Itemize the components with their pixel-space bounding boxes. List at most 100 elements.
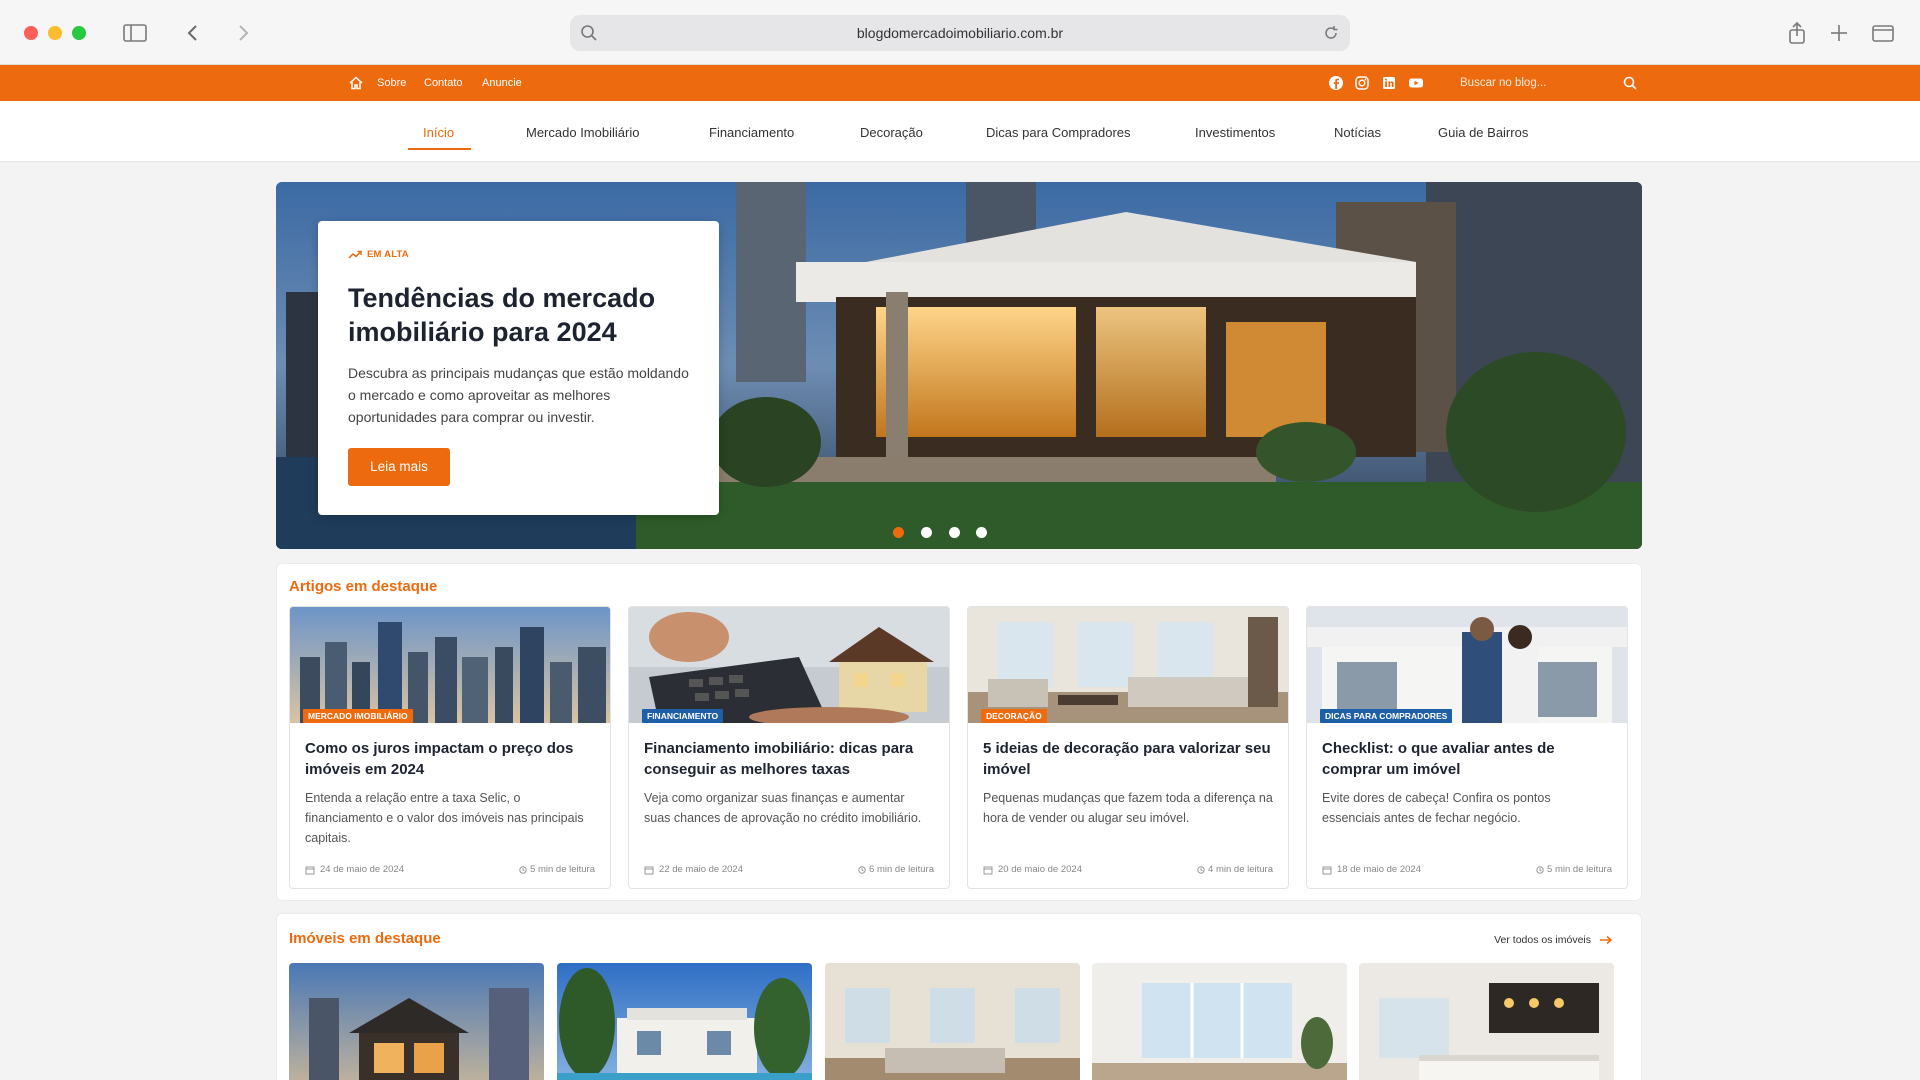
article-date: 20 de maio de 2024 [983,864,1082,875]
article-description: Evite dores de cabeça! Confira os pontos… [1322,791,1551,825]
featured-properties-section: Imóveis em destaque Ver todos os imóveis [276,913,1642,1080]
article-title[interactable]: Checklist: o que avaliar antes de compra… [1322,738,1612,780]
maximize-window-button[interactable] [72,26,86,40]
top-search-input[interactable]: Buscar no blog... [1460,77,1546,89]
property-image-villa-pool[interactable] [557,963,812,1080]
top-link-anuncie[interactable]: Anuncie [482,77,522,89]
linkedin-icon[interactable] [1381,75,1397,91]
home-icon[interactable] [348,75,364,91]
category-badge: MERCADO IMOBILIÁRIO [303,709,413,723]
hero-title[interactable]: Tendências do mercado imobiliário para 2… [348,281,698,349]
carousel-dot-4[interactable] [976,527,987,538]
nav-item-mercado-imobiliario[interactable]: Mercado Imobiliário [526,125,639,140]
article-card[interactable]: MERCADO IMOBILIÁRIO Como os juros impact… [289,606,611,889]
clock-icon [1197,865,1205,874]
forward-icon[interactable] [230,20,256,46]
see-all-label: Ver todos os imóveis [1494,934,1591,946]
search-icon[interactable] [1622,75,1638,91]
article-read-time-text: 5 min de leitura [530,864,595,875]
article-date-text: 18 de maio de 2024 [1337,864,1421,875]
article-date-text: 24 de maio de 2024 [320,864,404,875]
see-all-properties-link[interactable]: Ver todos os imóveis [1494,934,1613,946]
featured-articles-section: Artigos em destaque MERCADO IMOBILIÁRIO … [276,563,1642,901]
hero-card: EM ALTA Tendências do mercado imobiliári… [318,221,719,515]
section-title: Artigos em destaque [289,578,438,595]
article-card[interactable]: FINANCIAMENTO Financiamento imobiliário:… [628,606,950,889]
property-image-living-room[interactable] [825,963,1080,1080]
article-date-text: 20 de maio de 2024 [998,864,1082,875]
arrow-right-icon [1600,935,1613,945]
article-date: 24 de maio de 2024 [305,864,404,875]
article-card[interactable]: DECORAÇÃO 5 ideias de decoração para val… [967,606,1289,889]
nav-item-noticias[interactable]: Notícias [1334,125,1381,140]
sidebar-toggle-icon[interactable] [122,20,148,46]
top-link-contato[interactable]: Contato [424,77,463,89]
clock-icon [1536,865,1544,874]
article-date: 22 de maio de 2024 [644,864,743,875]
instagram-icon[interactable] [1354,75,1370,91]
calendar-icon [305,866,315,874]
property-image-modern-house[interactable] [289,963,544,1080]
article-image-calculator-house [629,607,949,723]
article-date-text: 22 de maio de 2024 [659,864,743,875]
hero-description: Descubra as principais mudanças que estã… [348,365,689,425]
url-text: blogdomercadoimobiliario.com.br [856,25,1064,41]
article-date: 18 de maio de 2024 [1322,864,1421,875]
main-nav: Início Mercado Imobiliário Financiamento… [0,101,1920,162]
read-more-button[interactable]: Leia mais [348,448,450,486]
calendar-icon [644,866,654,874]
tab-overview-icon[interactable] [1870,20,1896,46]
close-window-button[interactable] [24,26,38,40]
youtube-icon[interactable] [1408,75,1424,91]
calendar-icon [983,866,993,874]
reload-icon[interactable] [1322,24,1340,42]
section-title: Imóveis em destaque [289,930,441,947]
article-read-time-text: 4 min de leitura [1208,864,1273,875]
browser-toolbar: blogdomercadoimobiliario.com.br [0,0,1920,65]
category-badge: DICAS PARA COMPRADORES [1320,709,1453,723]
article-read-time: 4 min de leitura [1197,864,1273,875]
article-description: Entenda a relação entre a taxa Selic, o … [305,791,584,845]
facebook-icon[interactable] [1328,75,1344,91]
article-read-time-text: 6 min de leitura [869,864,934,875]
article-read-time: 6 min de leitura [858,864,934,875]
carousel-dot-2[interactable] [921,527,932,538]
carousel-dot-1[interactable] [893,527,904,538]
address-bar[interactable]: blogdomercadoimobiliario.com.br [570,15,1350,51]
property-image-bright-room[interactable] [1092,963,1347,1080]
nav-item-guia-bairros[interactable]: Guia de Bairros [1438,125,1528,140]
nav-item-investimentos[interactable]: Investimentos [1195,125,1275,140]
article-description: Veja como organizar suas finanças e aume… [644,791,922,825]
top-bar: Sobre Contato Anuncie Buscar no blog... [0,65,1920,101]
calendar-icon [1322,866,1332,874]
back-icon[interactable] [180,20,206,46]
new-tab-icon[interactable] [1826,20,1852,46]
article-image-living-room [968,607,1288,723]
article-card[interactable]: DICAS PARA COMPRADORES Checklist: o que … [1306,606,1628,889]
article-read-time-text: 5 min de leitura [1547,864,1612,875]
property-image-kitchen[interactable] [1359,963,1614,1080]
minimize-window-button[interactable] [48,26,62,40]
top-link-sobre[interactable]: Sobre [377,77,406,89]
article-description: Pequenas mudanças que fazem toda a difer… [983,791,1273,825]
article-read-time: 5 min de leitura [519,864,595,875]
clock-icon [858,865,866,874]
article-title[interactable]: Financiamento imobiliário: dicas para co… [644,738,934,780]
article-title[interactable]: Como os juros impactam o preço dos imóve… [305,738,595,780]
clock-icon [519,865,527,874]
nav-item-inicio[interactable]: Início [423,125,454,140]
nav-item-decoracao[interactable]: Decoração [860,125,923,140]
nav-item-financiamento[interactable]: Financiamento [709,125,794,140]
hero-trending-tag: EM ALTA [348,249,409,260]
article-title[interactable]: 5 ideias de decoração para valorizar seu… [983,738,1273,780]
article-image-city-skyline [290,607,610,723]
trending-up-icon [348,250,362,259]
hero-tag-label: EM ALTA [367,249,409,260]
category-badge: FINANCIAMENTO [642,709,724,723]
share-icon[interactable] [1784,20,1810,46]
article-image-couple-house [1307,607,1627,723]
hero-banner[interactable]: EM ALTA Tendências do mercado imobiliári… [276,182,1642,549]
active-nav-indicator [408,148,471,150]
carousel-dot-3[interactable] [949,527,960,538]
nav-item-dicas-compradores[interactable]: Dicas para Compradores [986,125,1131,140]
